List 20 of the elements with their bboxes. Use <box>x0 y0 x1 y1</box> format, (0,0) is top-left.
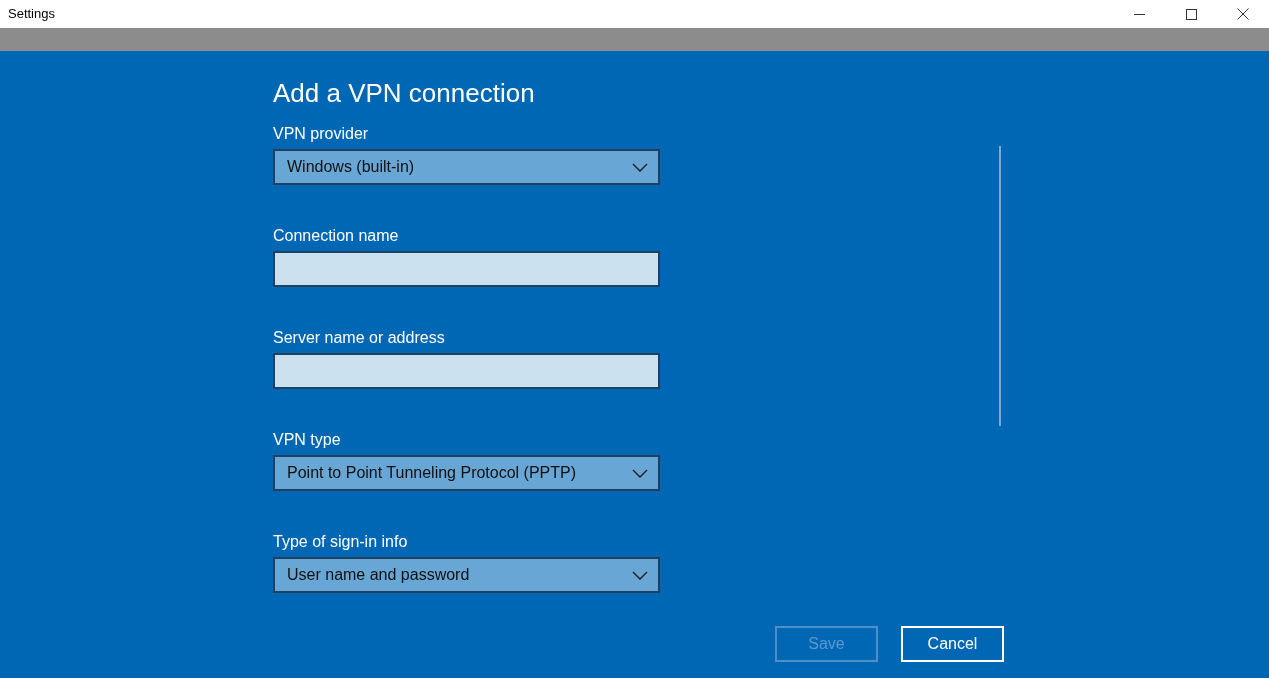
field-label: Connection name <box>273 226 400 246</box>
dropdown[interactable]: Point to Point Tunneling Protocol (PPTP) <box>273 455 660 491</box>
field-label: Type of sign-in info <box>273 532 409 552</box>
chevron-down-icon <box>632 162 648 172</box>
field-label: VPN provider <box>273 124 370 144</box>
close-icon <box>1237 8 1249 20</box>
chevron-down-icon <box>632 468 648 478</box>
dialog-button[interactable]: Cancel <box>901 626 1004 662</box>
input-field[interactable] <box>273 251 660 287</box>
field-label: Server name or address <box>273 328 446 348</box>
field-label: VPN type <box>273 430 342 450</box>
maximize-icon <box>1185 8 1197 20</box>
input-field[interactable] <box>273 353 660 389</box>
scrollbar[interactable] <box>999 146 1001 426</box>
dropdown[interactable]: Windows (built-in) <box>273 149 660 185</box>
chevron-down-icon <box>632 570 648 580</box>
minimize-icon <box>1133 13 1145 15</box>
page-heading: Add a VPN connection <box>273 77 536 109</box>
window-title: Settings <box>7 5 55 24</box>
dropdown[interactable]: User name and password <box>273 557 660 593</box>
